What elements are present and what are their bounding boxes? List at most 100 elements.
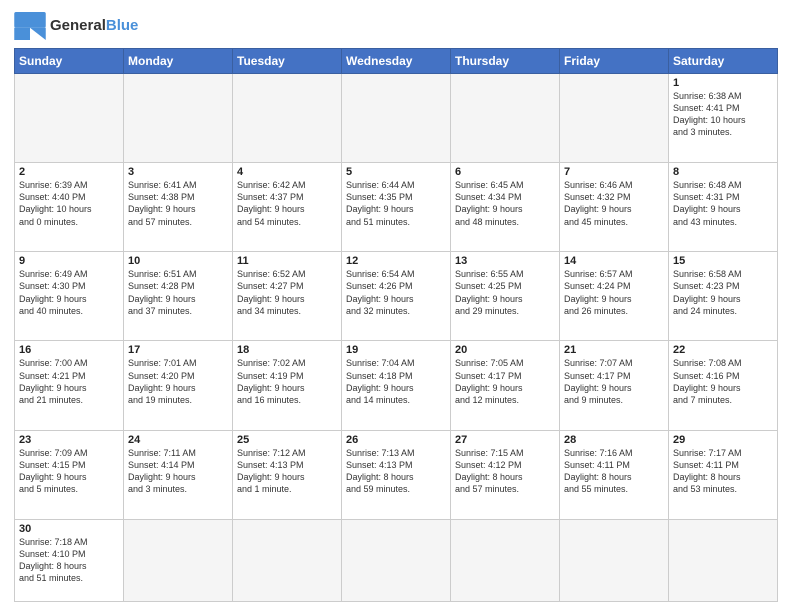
calendar-cell <box>15 74 124 163</box>
calendar-cell: 27Sunrise: 7:15 AM Sunset: 4:12 PM Dayli… <box>451 430 560 519</box>
calendar-cell: 25Sunrise: 7:12 AM Sunset: 4:13 PM Dayli… <box>233 430 342 519</box>
calendar-cell: 29Sunrise: 7:17 AM Sunset: 4:11 PM Dayli… <box>669 430 778 519</box>
day-number: 23 <box>19 434 119 446</box>
calendar-cell: 22Sunrise: 7:08 AM Sunset: 4:16 PM Dayli… <box>669 341 778 430</box>
calendar-cell <box>342 519 451 601</box>
calendar-cell <box>451 74 560 163</box>
day-number: 21 <box>564 344 664 356</box>
day-number: 25 <box>237 434 337 446</box>
day-number: 5 <box>346 166 446 178</box>
calendar-cell: 17Sunrise: 7:01 AM Sunset: 4:20 PM Dayli… <box>124 341 233 430</box>
day-info: Sunrise: 7:13 AM Sunset: 4:13 PM Dayligh… <box>346 447 446 496</box>
calendar-cell <box>124 519 233 601</box>
calendar-cell: 19Sunrise: 7:04 AM Sunset: 4:18 PM Dayli… <box>342 341 451 430</box>
calendar-cell: 3Sunrise: 6:41 AM Sunset: 4:38 PM Daylig… <box>124 163 233 252</box>
calendar-cell <box>233 74 342 163</box>
day-info: Sunrise: 6:46 AM Sunset: 4:32 PM Dayligh… <box>564 179 664 228</box>
calendar-cell: 5Sunrise: 6:44 AM Sunset: 4:35 PM Daylig… <box>342 163 451 252</box>
day-number: 22 <box>673 344 773 356</box>
day-number: 17 <box>128 344 228 356</box>
day-number: 14 <box>564 255 664 267</box>
week-row-3: 16Sunrise: 7:00 AM Sunset: 4:21 PM Dayli… <box>15 341 778 430</box>
calendar-cell: 18Sunrise: 7:02 AM Sunset: 4:19 PM Dayli… <box>233 341 342 430</box>
weekday-header-friday: Friday <box>560 49 669 74</box>
day-number: 19 <box>346 344 446 356</box>
day-number: 26 <box>346 434 446 446</box>
day-number: 27 <box>455 434 555 446</box>
calendar-cell: 23Sunrise: 7:09 AM Sunset: 4:15 PM Dayli… <box>15 430 124 519</box>
day-info: Sunrise: 6:48 AM Sunset: 4:31 PM Dayligh… <box>673 179 773 228</box>
weekday-header-saturday: Saturday <box>669 49 778 74</box>
day-info: Sunrise: 7:04 AM Sunset: 4:18 PM Dayligh… <box>346 357 446 406</box>
week-row-5: 30Sunrise: 7:18 AM Sunset: 4:10 PM Dayli… <box>15 519 778 601</box>
day-info: Sunrise: 6:45 AM Sunset: 4:34 PM Dayligh… <box>455 179 555 228</box>
day-info: Sunrise: 6:51 AM Sunset: 4:28 PM Dayligh… <box>128 268 228 317</box>
day-number: 4 <box>237 166 337 178</box>
logo-text: GeneralBlue <box>50 18 138 35</box>
weekday-header-thursday: Thursday <box>451 49 560 74</box>
weekday-header-wednesday: Wednesday <box>342 49 451 74</box>
day-number: 2 <box>19 166 119 178</box>
calendar-cell: 30Sunrise: 7:18 AM Sunset: 4:10 PM Dayli… <box>15 519 124 601</box>
week-row-0: 1Sunrise: 6:38 AM Sunset: 4:41 PM Daylig… <box>15 74 778 163</box>
weekday-header-monday: Monday <box>124 49 233 74</box>
day-number: 3 <box>128 166 228 178</box>
day-number: 13 <box>455 255 555 267</box>
day-number: 30 <box>19 523 119 535</box>
day-info: Sunrise: 7:05 AM Sunset: 4:17 PM Dayligh… <box>455 357 555 406</box>
header: GeneralBlue <box>14 12 778 40</box>
calendar-cell <box>451 519 560 601</box>
calendar-cell <box>560 74 669 163</box>
calendar-cell: 2Sunrise: 6:39 AM Sunset: 4:40 PM Daylig… <box>15 163 124 252</box>
calendar-cell <box>233 519 342 601</box>
calendar-cell: 15Sunrise: 6:58 AM Sunset: 4:23 PM Dayli… <box>669 252 778 341</box>
calendar-cell <box>342 74 451 163</box>
week-row-2: 9Sunrise: 6:49 AM Sunset: 4:30 PM Daylig… <box>15 252 778 341</box>
weekday-header-sunday: Sunday <box>15 49 124 74</box>
day-number: 29 <box>673 434 773 446</box>
day-number: 8 <box>673 166 773 178</box>
calendar-cell <box>669 519 778 601</box>
calendar-cell: 9Sunrise: 6:49 AM Sunset: 4:30 PM Daylig… <box>15 252 124 341</box>
day-info: Sunrise: 7:08 AM Sunset: 4:16 PM Dayligh… <box>673 357 773 406</box>
day-info: Sunrise: 7:18 AM Sunset: 4:10 PM Dayligh… <box>19 536 119 585</box>
day-number: 15 <box>673 255 773 267</box>
day-info: Sunrise: 6:54 AM Sunset: 4:26 PM Dayligh… <box>346 268 446 317</box>
day-info: Sunrise: 6:58 AM Sunset: 4:23 PM Dayligh… <box>673 268 773 317</box>
weekday-header-row: SundayMondayTuesdayWednesdayThursdayFrid… <box>15 49 778 74</box>
day-number: 12 <box>346 255 446 267</box>
day-info: Sunrise: 7:11 AM Sunset: 4:14 PM Dayligh… <box>128 447 228 496</box>
calendar-cell: 7Sunrise: 6:46 AM Sunset: 4:32 PM Daylig… <box>560 163 669 252</box>
calendar-cell: 12Sunrise: 6:54 AM Sunset: 4:26 PM Dayli… <box>342 252 451 341</box>
day-number: 10 <box>128 255 228 267</box>
calendar-cell: 10Sunrise: 6:51 AM Sunset: 4:28 PM Dayli… <box>124 252 233 341</box>
calendar-cell: 16Sunrise: 7:00 AM Sunset: 4:21 PM Dayli… <box>15 341 124 430</box>
day-info: Sunrise: 6:57 AM Sunset: 4:24 PM Dayligh… <box>564 268 664 317</box>
day-info: Sunrise: 7:17 AM Sunset: 4:11 PM Dayligh… <box>673 447 773 496</box>
day-number: 20 <box>455 344 555 356</box>
calendar-cell: 11Sunrise: 6:52 AM Sunset: 4:27 PM Dayli… <box>233 252 342 341</box>
calendar-cell: 8Sunrise: 6:48 AM Sunset: 4:31 PM Daylig… <box>669 163 778 252</box>
calendar-cell: 1Sunrise: 6:38 AM Sunset: 4:41 PM Daylig… <box>669 74 778 163</box>
day-info: Sunrise: 7:02 AM Sunset: 4:19 PM Dayligh… <box>237 357 337 406</box>
calendar-cell <box>560 519 669 601</box>
day-info: Sunrise: 6:39 AM Sunset: 4:40 PM Dayligh… <box>19 179 119 228</box>
day-info: Sunrise: 6:42 AM Sunset: 4:37 PM Dayligh… <box>237 179 337 228</box>
week-row-4: 23Sunrise: 7:09 AM Sunset: 4:15 PM Dayli… <box>15 430 778 519</box>
day-info: Sunrise: 6:55 AM Sunset: 4:25 PM Dayligh… <box>455 268 555 317</box>
calendar-cell: 6Sunrise: 6:45 AM Sunset: 4:34 PM Daylig… <box>451 163 560 252</box>
day-info: Sunrise: 7:12 AM Sunset: 4:13 PM Dayligh… <box>237 447 337 496</box>
day-info: Sunrise: 7:09 AM Sunset: 4:15 PM Dayligh… <box>19 447 119 496</box>
day-number: 28 <box>564 434 664 446</box>
day-info: Sunrise: 7:07 AM Sunset: 4:17 PM Dayligh… <box>564 357 664 406</box>
day-info: Sunrise: 6:52 AM Sunset: 4:27 PM Dayligh… <box>237 268 337 317</box>
day-number: 11 <box>237 255 337 267</box>
day-number: 16 <box>19 344 119 356</box>
day-info: Sunrise: 6:49 AM Sunset: 4:30 PM Dayligh… <box>19 268 119 317</box>
day-number: 6 <box>455 166 555 178</box>
day-info: Sunrise: 6:38 AM Sunset: 4:41 PM Dayligh… <box>673 90 773 139</box>
calendar-cell: 26Sunrise: 7:13 AM Sunset: 4:13 PM Dayli… <box>342 430 451 519</box>
day-info: Sunrise: 7:00 AM Sunset: 4:21 PM Dayligh… <box>19 357 119 406</box>
calendar-cell: 24Sunrise: 7:11 AM Sunset: 4:14 PM Dayli… <box>124 430 233 519</box>
calendar-cell: 20Sunrise: 7:05 AM Sunset: 4:17 PM Dayli… <box>451 341 560 430</box>
